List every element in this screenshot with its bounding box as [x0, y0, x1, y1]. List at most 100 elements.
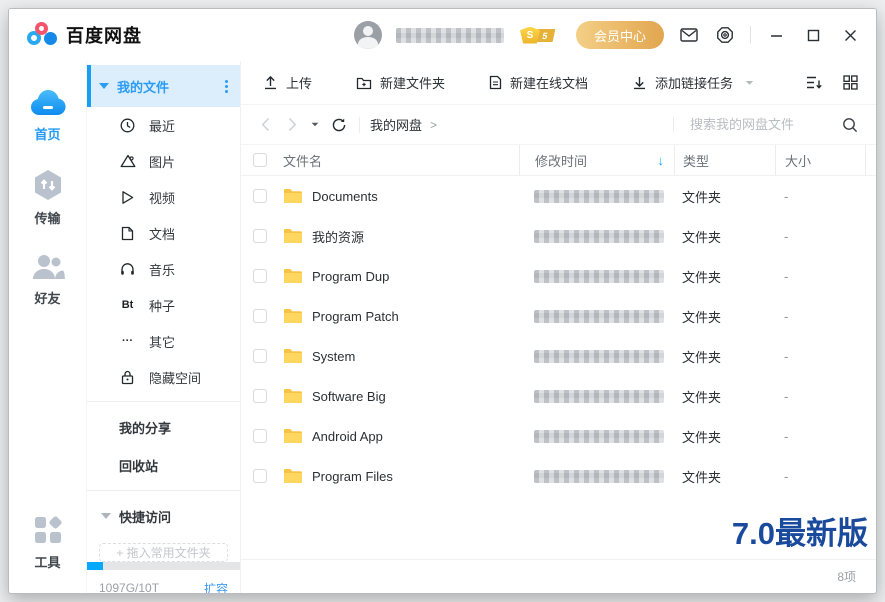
- file-name[interactable]: Program Patch: [312, 309, 399, 324]
- sidebar-item-my-shares[interactable]: 我的分享: [87, 408, 240, 446]
- sort-desc-icon[interactable]: ↓: [658, 153, 665, 168]
- column-header-size[interactable]: 大小: [785, 151, 811, 170]
- caret-down-icon: [311, 122, 319, 127]
- rail-item-friends[interactable]: 好友: [31, 253, 65, 307]
- close-button[interactable]: [839, 26, 862, 45]
- row-checkbox[interactable]: [253, 269, 267, 283]
- column-header-name[interactable]: 文件名: [283, 151, 322, 170]
- refresh-icon: [331, 117, 347, 133]
- table-row[interactable]: 我的资源 文件夹 -: [241, 216, 876, 256]
- row-checkbox[interactable]: [253, 349, 267, 363]
- friends-icon: [31, 253, 65, 281]
- modified-time-masked: [534, 470, 664, 483]
- sidebar-item-videos[interactable]: 视频: [87, 179, 240, 215]
- sidebar-item-others[interactable]: ··· 其它: [87, 323, 240, 359]
- rail-label-home: 首页: [34, 124, 60, 143]
- sidebar-divider: [87, 401, 240, 402]
- sidebar-item-torrents[interactable]: Bt 种子: [87, 287, 240, 323]
- history-dropdown-button[interactable]: [309, 120, 321, 129]
- sidebar-item-music[interactable]: 音乐: [87, 251, 240, 287]
- minimize-button[interactable]: [765, 26, 788, 45]
- table-row[interactable]: Program Files 文件夹 -: [241, 456, 876, 496]
- table-header: 文件名 修改时间 ↓ 类型 大小: [241, 145, 876, 176]
- file-name[interactable]: Documents: [312, 189, 378, 204]
- file-name[interactable]: Android App: [312, 429, 383, 444]
- file-name[interactable]: 我的资源: [312, 227, 364, 246]
- main-panel: 上传 新建文件夹 新建在线文档 添加链接任务: [241, 61, 876, 593]
- new-online-doc-button[interactable]: 新建在线文档: [489, 73, 588, 92]
- file-name[interactable]: Software Big: [312, 389, 386, 404]
- vip-level-badge[interactable]: S 5: [520, 27, 554, 44]
- refresh-button[interactable]: [329, 115, 349, 135]
- transfer-icon: [33, 169, 63, 201]
- file-size: -: [784, 429, 788, 444]
- file-size: -: [784, 349, 788, 364]
- sort-order-button[interactable]: [804, 73, 825, 92]
- table-header-gutter: [865, 145, 876, 175]
- select-all-checkbox[interactable]: [253, 153, 267, 167]
- mail-button[interactable]: [678, 26, 700, 44]
- folder-icon: [283, 268, 303, 284]
- folder-icon: [283, 388, 303, 404]
- upload-button[interactable]: 上传: [263, 73, 312, 92]
- file-list: Documents 文件夹 - 我的资源 文件夹 - Pro: [241, 176, 876, 496]
- rail-label-tools: 工具: [34, 552, 60, 571]
- search-button[interactable]: [840, 115, 860, 135]
- breadcrumb-my-drive[interactable]: 我的网盘: [370, 115, 422, 134]
- expand-storage-link[interactable]: 扩容: [204, 580, 228, 595]
- table-row[interactable]: Documents 文件夹 -: [241, 176, 876, 216]
- file-size: -: [784, 309, 788, 324]
- sidebar-item-recycle-bin[interactable]: 回收站: [87, 446, 240, 484]
- row-checkbox[interactable]: [253, 229, 267, 243]
- view-grid-button[interactable]: [841, 73, 860, 92]
- row-checkbox[interactable]: [253, 189, 267, 203]
- forward-button[interactable]: [286, 115, 299, 134]
- column-header-time[interactable]: 修改时间: [535, 151, 587, 170]
- new-folder-button[interactable]: 新建文件夹: [356, 73, 445, 92]
- modified-time-masked: [534, 390, 664, 403]
- sidebar-item-recent[interactable]: 最近: [87, 107, 240, 143]
- row-checkbox[interactable]: [253, 309, 267, 323]
- maximize-icon: [807, 29, 820, 42]
- table-row[interactable]: Program Dup 文件夹 -: [241, 256, 876, 296]
- rail-item-tools[interactable]: 工具: [33, 515, 63, 571]
- sidebar-item-hidden-space[interactable]: 隐藏空间: [87, 359, 240, 395]
- file-name[interactable]: Program Files: [312, 469, 393, 484]
- row-checkbox[interactable]: [253, 429, 267, 443]
- back-button[interactable]: [259, 115, 272, 134]
- settings-button[interactable]: [714, 24, 736, 46]
- upload-icon: [263, 75, 278, 90]
- row-checkbox[interactable]: [253, 469, 267, 483]
- file-name[interactable]: System: [312, 349, 355, 364]
- table-row[interactable]: System 文件夹 -: [241, 336, 876, 376]
- file-name[interactable]: Program Dup: [312, 269, 389, 284]
- row-checkbox[interactable]: [253, 389, 267, 403]
- column-header-type[interactable]: 类型: [683, 151, 709, 170]
- cloud-icon: [29, 87, 67, 117]
- file-type: 文件夹: [682, 270, 721, 285]
- rail-item-home[interactable]: 首页: [29, 87, 67, 143]
- drag-folder-dropzone[interactable]: + 拖入常用文件夹: [99, 543, 228, 562]
- maximize-button[interactable]: [802, 26, 825, 45]
- table-row[interactable]: Software Big 文件夹 -: [241, 376, 876, 416]
- left-rail: 首页 传输 好友: [9, 61, 87, 593]
- sidebar-item-quick-access[interactable]: 快捷访问: [87, 497, 240, 535]
- sidebar-item-pictures[interactable]: 图片: [87, 143, 240, 179]
- sidebar-item-documents[interactable]: 文档: [87, 215, 240, 251]
- rail-item-transfer[interactable]: 传输: [33, 169, 63, 227]
- clock-icon: [119, 118, 136, 133]
- rail-label-friends: 好友: [34, 288, 60, 307]
- file-size: -: [784, 229, 788, 244]
- close-icon: [844, 29, 857, 42]
- more-options-icon[interactable]: [225, 80, 228, 93]
- add-link-task-button[interactable]: 添加链接任务: [632, 73, 754, 92]
- sidebar-item-my-files[interactable]: 我的文件: [87, 65, 240, 107]
- modified-time-masked: [534, 190, 664, 203]
- table-row[interactable]: Android App 文件夹 -: [241, 416, 876, 456]
- modified-time-masked: [534, 430, 664, 443]
- sidebar: 我的文件 最近 图片 视频: [87, 61, 241, 593]
- search-input[interactable]: [690, 117, 840, 132]
- user-avatar[interactable]: [354, 21, 382, 49]
- table-row[interactable]: Program Patch 文件夹 -: [241, 296, 876, 336]
- member-center-button[interactable]: 会员中心: [576, 21, 664, 49]
